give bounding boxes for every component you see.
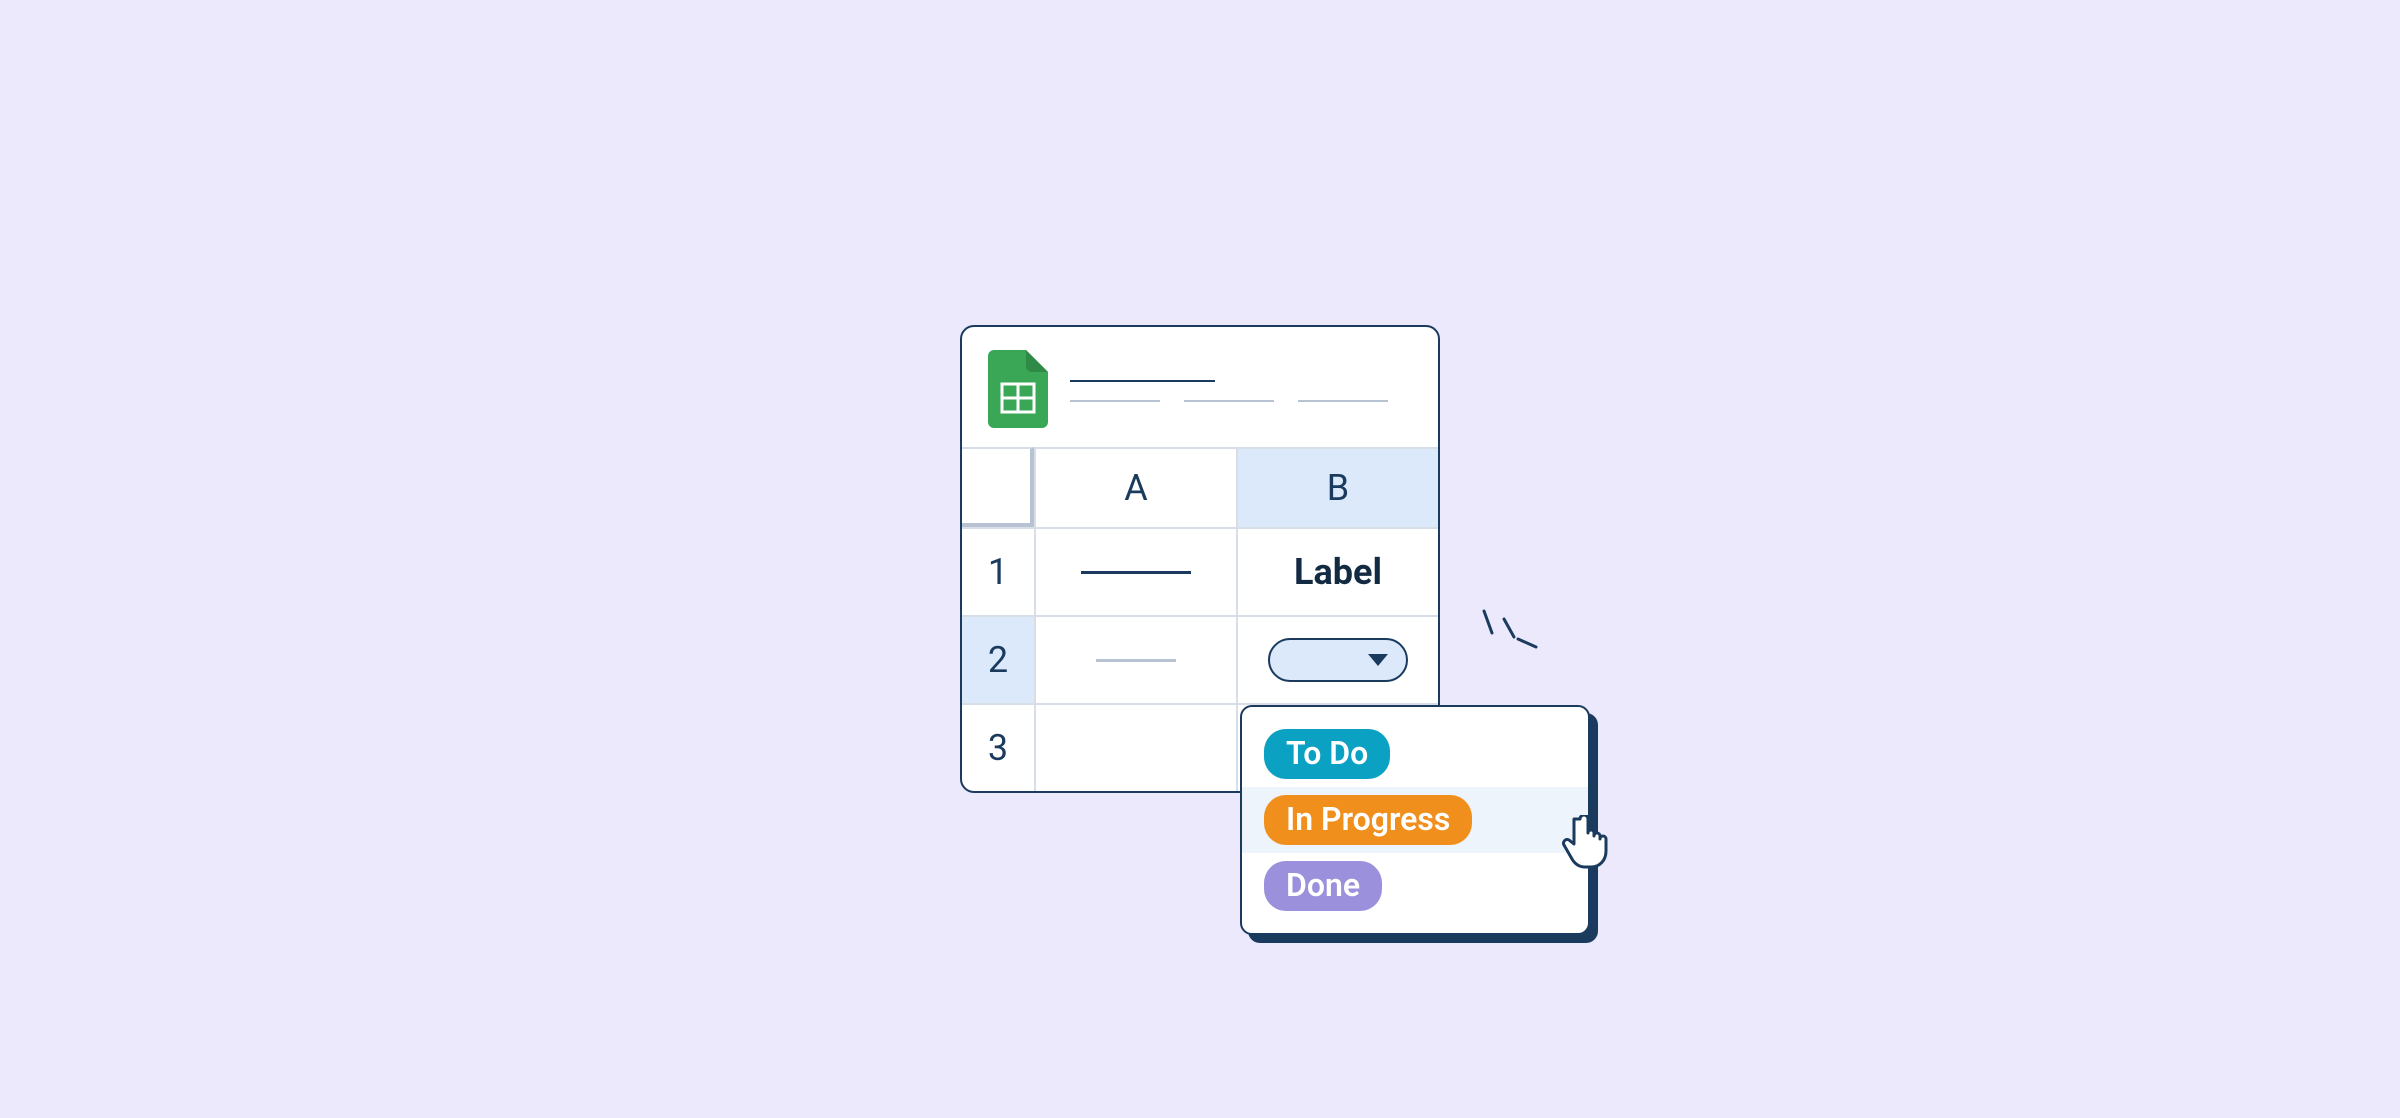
dropdown-option-todo[interactable]: To Do [1242,721,1588,787]
status-chip-in-progress: In Progress [1264,795,1472,845]
status-chip-done: Done [1264,861,1382,911]
menu-placeholder-line [1184,400,1274,402]
cell-placeholder-line [1081,571,1191,574]
row-header-1[interactable]: 1 [962,527,1034,615]
dropdown-menu: To Do In Progress Done [1240,705,1590,935]
row-header-2[interactable]: 2 [962,615,1034,703]
column-header-row: A B [962,447,1438,527]
status-chip-todo: To Do [1264,729,1390,779]
cell-a2[interactable] [1034,615,1236,703]
menu-placeholder-line [1070,400,1160,402]
cell-b2-dropdown[interactable] [1236,615,1438,703]
column-header-a[interactable]: A [1034,447,1236,527]
column-header-b[interactable]: B [1236,447,1438,527]
row-header-3[interactable]: 3 [962,703,1034,791]
dropdown-option-done[interactable]: Done [1242,853,1588,919]
caret-down-icon [1368,654,1388,666]
google-sheets-icon [988,350,1048,432]
cell-a1[interactable] [1034,527,1236,615]
dropdown-chip[interactable] [1268,638,1408,682]
dropdown-option-in-progress[interactable]: In Progress [1242,787,1588,853]
sheet-header [962,327,1438,447]
cursor-pointer-icon [1562,815,1608,873]
row-2: 2 [962,615,1438,703]
select-all-corner[interactable] [962,447,1034,527]
illustration-stage: A B 1 Label 2 [960,325,1440,793]
accent-marks-icon [1462,607,1542,667]
menu-placeholder-line [1298,400,1388,402]
title-placeholder [1070,380,1412,402]
cell-a3[interactable] [1034,703,1236,791]
doc-title-placeholder-line [1070,380,1215,382]
cell-placeholder-line [1096,659,1176,662]
cell-b1-label[interactable]: Label [1236,527,1438,615]
row-1: 1 Label [962,527,1438,615]
